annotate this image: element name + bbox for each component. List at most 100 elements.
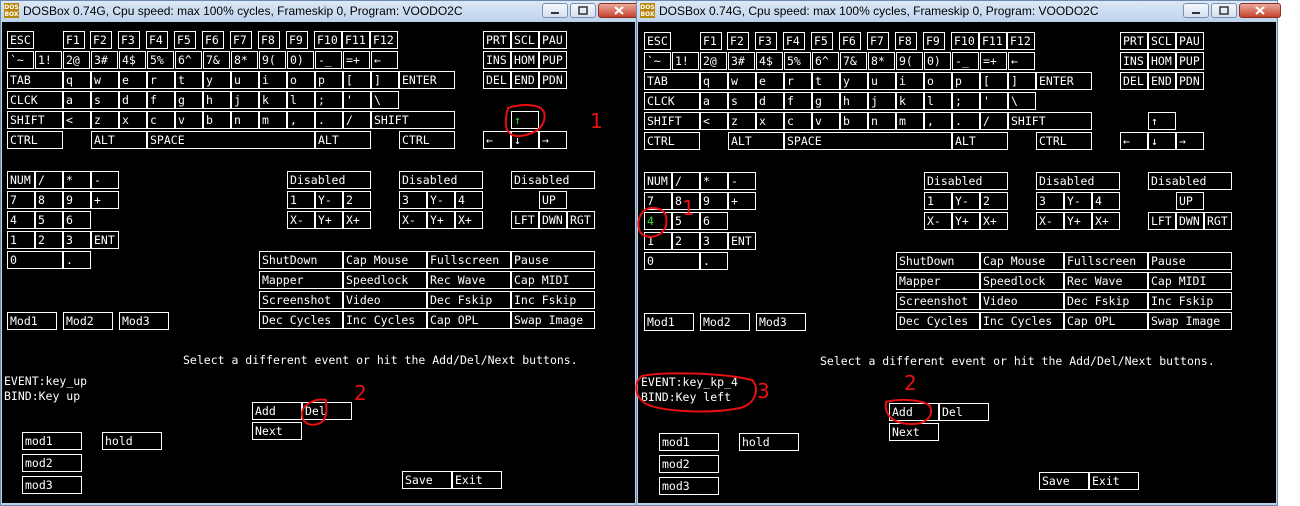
joystick-1-header[interactable]: Disabled <box>924 172 1008 190</box>
key-rshift[interactable]: SHIFT <box>371 111 455 129</box>
key-3[interactable]: 3# <box>91 51 118 69</box>
key-7[interactable]: 7& <box>840 52 867 70</box>
key-num-period[interactable]: . <box>700 252 728 270</box>
capmidi-button[interactable]: Cap MIDI <box>1148 272 1232 290</box>
joystick-1-button-0-2[interactable]: 2 <box>343 191 371 209</box>
joystick-1-button-0-1[interactable]: Y- <box>315 191 343 209</box>
backspace-key[interactable]: ← <box>371 51 398 69</box>
key-f8[interactable]: F8 <box>258 31 280 49</box>
key-num-2[interactable]: 2 <box>672 232 700 250</box>
joystick-3-header[interactable]: Disabled <box>1148 172 1232 190</box>
key-num-mul[interactable]: * <box>700 172 728 190</box>
joystick-1-button-0-1[interactable]: Y- <box>952 192 980 210</box>
joystick-1-button-0-0[interactable]: 1 <box>287 191 315 209</box>
joystick-2-button-1-1[interactable]: Y+ <box>1064 212 1092 230</box>
mod1-checkbox[interactable]: mod1 <box>659 433 719 451</box>
key-x[interactable]: x <box>756 112 784 130</box>
key-equals[interactable]: =+ <box>343 51 370 69</box>
key-lshift[interactable]: SHIFT <box>644 112 700 130</box>
key-f2[interactable]: F2 <box>727 32 749 50</box>
mod2-button[interactable]: Mod2 <box>63 312 113 330</box>
down-arrow-key[interactable]: ↓ <box>511 131 539 149</box>
right-arrow-key[interactable]: → <box>539 131 567 149</box>
pause-button[interactable]: Pause <box>511 251 595 269</box>
key-v[interactable]: v <box>175 111 203 129</box>
screenshot-button[interactable]: Screenshot <box>896 292 980 310</box>
key-8[interactable]: 8* <box>231 51 258 69</box>
key-scrlock[interactable]: SCL <box>511 31 539 49</box>
joystick-3-button-1-2[interactable]: RGT <box>1204 212 1232 230</box>
mod3-button[interactable]: Mod3 <box>756 313 806 331</box>
key-l[interactable]: l <box>924 92 952 110</box>
shutdown-button[interactable]: ShutDown <box>259 251 343 269</box>
mapper-button[interactable]: Mapper <box>896 272 980 290</box>
mod3-checkbox[interactable]: mod3 <box>22 476 82 494</box>
key-num-3[interactable]: 3 <box>63 231 91 249</box>
hold-checkbox[interactable]: hold <box>102 432 162 450</box>
key-num-6[interactable]: 6 <box>700 212 728 230</box>
key-lalt[interactable]: ALT <box>728 132 784 150</box>
key-num-2[interactable]: 2 <box>35 231 63 249</box>
key-n[interactable]: n <box>868 112 896 130</box>
key-lbracket[interactable]: [ <box>343 71 371 89</box>
key-d[interactable]: d <box>756 92 784 110</box>
key-num-9[interactable]: 9 <box>63 191 91 209</box>
key-minus[interactable]: -_ <box>952 52 979 70</box>
joystick-1-button-1-1[interactable]: Y+ <box>315 211 343 229</box>
key-comma[interactable]: , <box>924 112 952 130</box>
joystick-2-button-0-1[interactable]: Y- <box>427 191 455 209</box>
decfskip-button[interactable]: Dec Fskip <box>1064 292 1148 310</box>
key-w[interactable]: w <box>728 72 756 90</box>
key-num-mul[interactable]: * <box>63 171 91 189</box>
key-num-enter[interactable]: ENT <box>91 231 119 249</box>
joystick-3-header[interactable]: Disabled <box>511 171 595 189</box>
deccycles-button[interactable]: Dec Cycles <box>896 312 980 330</box>
joystick-3-button-0-1[interactable]: UP <box>1176 192 1204 210</box>
capopl-button[interactable]: Cap OPL <box>427 311 511 329</box>
key-f6[interactable]: F6 <box>839 32 861 50</box>
key-num-5[interactable]: 5 <box>672 212 700 230</box>
key-esc[interactable]: ESC <box>644 32 671 50</box>
key-v[interactable]: v <box>812 112 840 130</box>
key-b[interactable]: b <box>840 112 868 130</box>
joystick-1-button-0-0[interactable]: 1 <box>924 192 952 210</box>
joystick-3-button-1-0[interactable]: LFT <box>511 211 539 229</box>
del-button[interactable]: Del <box>302 402 352 420</box>
key-h[interactable]: h <box>840 92 868 110</box>
key-f[interactable]: f <box>784 92 812 110</box>
joystick-2-button-1-0[interactable]: X- <box>1036 212 1064 230</box>
key-p[interactable]: p <box>952 72 980 90</box>
joystick-1-button-1-0[interactable]: X- <box>924 212 952 230</box>
joystick-3-button-1-2[interactable]: RGT <box>567 211 595 229</box>
key-insert[interactable]: INS <box>483 51 511 69</box>
minimize-button[interactable] <box>542 3 568 18</box>
next-button[interactable]: Next <box>252 422 302 440</box>
key-s[interactable]: s <box>91 91 119 109</box>
key-delete[interactable]: DEL <box>483 71 511 89</box>
fullscreen-button[interactable]: Fullscreen <box>1064 252 1148 270</box>
deccycles-button[interactable]: Dec Cycles <box>259 311 343 329</box>
backspace-key[interactable]: ← <box>1008 52 1035 70</box>
key-lessthan[interactable]: < <box>700 112 728 130</box>
key-capslock[interactable]: CLCK <box>7 91 63 109</box>
key-numlock[interactable]: NUM <box>644 172 672 190</box>
key-comma[interactable]: , <box>287 111 315 129</box>
key-ralt[interactable]: ALT <box>952 132 1008 150</box>
key-r[interactable]: r <box>784 72 812 90</box>
key-2[interactable]: 2@ <box>700 52 727 70</box>
key-u[interactable]: u <box>231 71 259 89</box>
joystick-3-button-1-0[interactable]: LFT <box>1148 212 1176 230</box>
key-f4[interactable]: F4 <box>783 32 805 50</box>
key-num-0[interactable]: 0 <box>7 251 63 269</box>
up-arrow-key[interactable]: ↑ <box>1148 112 1176 130</box>
key-f9[interactable]: F9 <box>286 31 308 49</box>
key-j[interactable]: j <box>868 92 896 110</box>
screenshot-button[interactable]: Screenshot <box>259 291 343 309</box>
key-3[interactable]: 3# <box>728 52 755 70</box>
key-f11[interactable]: F11 <box>342 31 370 49</box>
key-rbracket[interactable]: ] <box>371 71 399 89</box>
key-num-plus[interactable]: + <box>728 192 756 210</box>
key-pause[interactable]: PAU <box>539 31 567 49</box>
key-end[interactable]: END <box>1148 72 1176 90</box>
key-y[interactable]: y <box>203 71 231 89</box>
